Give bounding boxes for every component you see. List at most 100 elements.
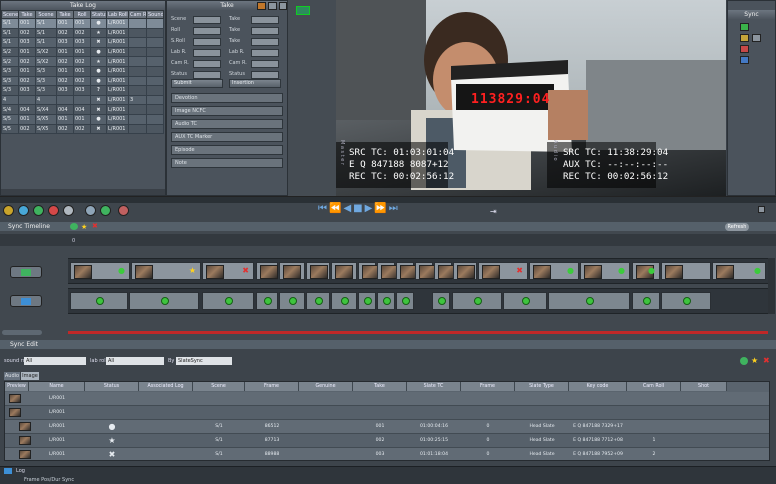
go-start-icon[interactable]: ⏮ — [318, 203, 329, 214]
take-log-row[interactable]: S/3 001 S/3 001 001 ● L/R001 — [1, 65, 164, 77]
take-form-bar[interactable]: Image NCFC — [171, 106, 283, 116]
audio-track-header[interactable] — [10, 295, 42, 307]
monitor-icon[interactable] — [296, 6, 310, 15]
lock-icon[interactable] — [257, 2, 266, 10]
take-log-row[interactable]: S/5 002 S/X5 002 002 ✖ L/R001 — [1, 123, 164, 135]
take-log-row[interactable]: S/1 001 S/1 001 001 ● L/R001 — [1, 18, 164, 29]
take-log-col-header[interactable]: Cam Roll — [128, 10, 147, 19]
timeline-x-icon[interactable]: ✖ — [92, 222, 98, 230]
audio-clip[interactable] — [548, 292, 630, 310]
grid-col-header[interactable]: Frame — [461, 382, 515, 391]
grid-col-header[interactable]: Genuine — [299, 382, 353, 391]
video-clip[interactable] — [434, 262, 456, 280]
video-clip[interactable]: ★ — [131, 262, 201, 280]
video-clip[interactable] — [396, 262, 418, 280]
video-viewer[interactable]: 113829:04 SRC TC: 01:03:01:04 E Q 847188… — [336, 0, 726, 196]
take-form-input[interactable] — [251, 38, 279, 46]
take-log-row[interactable]: S/2 002 S/X2 002 002 ★ L/R001 — [1, 56, 164, 67]
video-clip[interactable] — [306, 262, 330, 280]
take-log-col-header[interactable]: Status — [90, 10, 107, 19]
lab-roll-select[interactable]: All — [106, 357, 164, 365]
play-icon[interactable]: ▶ — [365, 203, 375, 214]
grid-row[interactable]: L/R001 — [5, 406, 769, 420]
take-log-col-header[interactable]: Sound — [146, 10, 164, 19]
audio-clip[interactable] — [129, 292, 199, 310]
delete-icon[interactable] — [118, 205, 129, 216]
take-log-scrollbar[interactable] — [1, 189, 165, 195]
grid-col-header[interactable]: Slate Type — [515, 382, 569, 391]
grid-row[interactable]: L/R001 — [5, 392, 769, 406]
tab-audio[interactable]: Audio — [4, 372, 20, 380]
loop-icon[interactable] — [63, 205, 74, 216]
timeline-ruler[interactable] — [0, 234, 776, 246]
timeline-scrollbar[interactable] — [768, 258, 775, 314]
audio-clip[interactable] — [306, 292, 330, 310]
take-form-bar[interactable]: Episode — [171, 145, 283, 155]
take-form-bar[interactable]: AUX TC Marker — [171, 132, 283, 142]
grid-col-header[interactable]: Slate TC — [407, 382, 461, 391]
mark-in-icon[interactable] — [3, 205, 14, 216]
video-clip[interactable] — [661, 262, 711, 280]
snapshot-icon[interactable] — [100, 205, 111, 216]
grid-col-header[interactable]: Scene — [193, 382, 245, 391]
sync-icon[interactable] — [33, 205, 44, 216]
jog-icon[interactable]: ⇥ — [490, 207, 497, 216]
video-clip[interactable] — [256, 262, 278, 280]
take-log-row[interactable]: 4 4 ✖ L/R001 3 — [1, 94, 164, 106]
video-clip[interactable] — [331, 262, 357, 280]
grid-col-header[interactable]: Associated Log — [139, 382, 193, 391]
video-clip[interactable] — [279, 262, 305, 280]
video-track-header[interactable] — [10, 266, 42, 278]
take-form-input[interactable] — [193, 71, 221, 79]
audio-clip[interactable] — [503, 292, 547, 310]
video-clip[interactable] — [377, 262, 399, 280]
audio-clip[interactable] — [432, 292, 450, 310]
record-icon[interactable] — [48, 205, 59, 216]
take-form-input[interactable] — [251, 27, 279, 35]
audio-clip[interactable] — [632, 292, 660, 310]
grid-col-header[interactable]: Shot — [681, 382, 727, 391]
video-clip[interactable]: ✖ — [202, 262, 254, 280]
video-clip[interactable] — [453, 262, 477, 280]
audio-clip[interactable] — [70, 292, 128, 310]
log-tab[interactable]: Log — [16, 468, 25, 474]
grid-row[interactable]: L/R001 ● S/1 86512 001 01:00:04:16 0 Head Slate… — [5, 420, 769, 434]
zoom-slider[interactable] — [2, 330, 42, 335]
stop-icon[interactable]: ■ — [353, 203, 364, 214]
marker-icon[interactable] — [85, 205, 96, 216]
take-form-input[interactable] — [193, 49, 221, 57]
grid-col-header[interactable]: Preview — [5, 382, 29, 391]
video-clip[interactable]: ● — [632, 262, 660, 280]
by-select[interactable]: SlateSync — [176, 357, 232, 365]
take-form-input[interactable] — [251, 16, 279, 24]
audio-clip[interactable] — [202, 292, 254, 310]
timeline-ok-icon[interactable] — [70, 223, 78, 230]
take-form-input[interactable] — [193, 27, 221, 35]
edit-star-icon[interactable]: ★ — [751, 356, 758, 365]
take-form-button[interactable]: Submit — [171, 79, 223, 88]
grid-col-header[interactable]: Frame — [245, 382, 299, 391]
sound-roll-select[interactable]: All — [24, 357, 86, 365]
take-log-row[interactable]: S/1 002 S/1 002 002 ★ L/R001 — [1, 27, 164, 39]
take-form-input[interactable] — [251, 60, 279, 68]
edit-ok-icon[interactable] — [740, 357, 748, 365]
take-log-row[interactable]: S/4 004 S/X4 004 004 ✖ L/R001 — [1, 104, 164, 115]
audio-clip[interactable] — [279, 292, 305, 310]
take-form-input[interactable] — [193, 16, 221, 24]
take-log-col-header[interactable]: Scene — [1, 10, 19, 19]
take-log-row[interactable]: S/2 001 S/X2 001 001 ● L/R001 — [1, 46, 164, 58]
take-form-bar[interactable]: Audio TC — [171, 119, 283, 129]
sync-info-icon[interactable] — [740, 56, 749, 64]
panel-option-icon[interactable] — [758, 206, 765, 213]
mark-out-icon[interactable] — [18, 205, 29, 216]
log-icon[interactable] — [4, 468, 12, 474]
take-form-input[interactable] — [251, 71, 279, 79]
grid-row[interactable]: L/R001 ★ S/1 87713 002 01:00:25:15 0 Head Slate… — [5, 434, 769, 448]
video-clip[interactable]: ● — [580, 262, 630, 280]
audio-clip[interactable] — [452, 292, 502, 310]
grid-col-header[interactable]: Status — [85, 382, 139, 391]
take-log-row[interactable]: S/3 002 S/3 002 002 ● L/R001 — [1, 75, 164, 87]
edit-x-icon[interactable]: ✖ — [763, 356, 770, 365]
refresh-button[interactable]: Refresh — [725, 223, 749, 231]
grid-col-header[interactable]: Take — [353, 382, 407, 391]
